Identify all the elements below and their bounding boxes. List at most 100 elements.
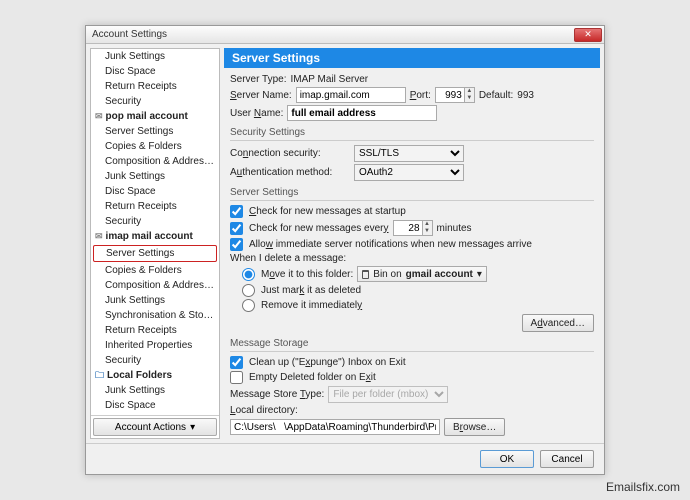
tree-item[interactable]: Copies & Folders [91, 263, 219, 278]
port-input[interactable] [436, 88, 464, 102]
tree-item[interactable]: Disc Space [91, 184, 219, 199]
user-name-label: User Name: [230, 108, 283, 119]
server-type-label: Server Type: [230, 74, 287, 85]
close-button[interactable]: ✕ [574, 28, 602, 42]
divider [230, 200, 594, 201]
advanced-button[interactable]: Advanced… [522, 314, 594, 332]
auth-method-label: Authentication method: [230, 167, 350, 178]
tree-item[interactable]: Security [91, 353, 219, 368]
chevron-down-icon: ▾ [477, 269, 482, 280]
mail-icon: ✉ [95, 109, 103, 124]
default-port-value: 993 [517, 90, 534, 101]
tree-item[interactable]: Security [91, 94, 219, 109]
account-settings-window: Account Settings ✕ Junk Settings Disc Sp… [85, 25, 605, 475]
tree-item[interactable]: Return Receipts [91, 79, 219, 94]
account-tree-sidebar: Junk Settings Disc Space Return Receipts… [90, 48, 220, 439]
radio-mark[interactable] [242, 284, 255, 297]
tree-item[interactable]: Server Settings [91, 124, 219, 139]
check-every-checkbox[interactable] [230, 222, 243, 235]
divider [230, 140, 594, 141]
radio-remove[interactable] [242, 299, 255, 312]
form: Server Type: IMAP Mail Server Server Nam… [224, 68, 600, 439]
user-name-input[interactable] [287, 105, 437, 121]
security-group-title: Security Settings [230, 127, 594, 138]
cleanup-label: Clean up ("Expunge") Inbox on Exit [249, 357, 406, 368]
titlebar: Account Settings ✕ [86, 26, 604, 44]
chevron-up-icon[interactable]: ▲ [423, 221, 432, 228]
default-port-label: Default: [479, 90, 513, 101]
port-stepper[interactable]: ▲▼ [435, 87, 475, 103]
tree-item[interactable]: Copies & Folders [91, 139, 219, 154]
watermark: Emailsfix.com [606, 480, 680, 494]
browse-label: Browse… [453, 422, 496, 433]
cancel-button[interactable]: Cancel [540, 450, 594, 468]
ok-button[interactable]: OK [480, 450, 534, 468]
server-name-input[interactable] [296, 87, 406, 103]
tree-item[interactable]: Disc Space [91, 64, 219, 79]
auth-method-select[interactable]: OAuth2 [354, 164, 464, 181]
check-every-input[interactable] [394, 221, 422, 235]
store-type-label: Message Store Type: [230, 389, 324, 400]
bin-account: gmail account [406, 269, 473, 280]
check-startup-checkbox[interactable] [230, 205, 243, 218]
account-actions-button[interactable]: Account Actions ▾ [93, 418, 217, 436]
radio-remove-label: Remove it immediately [261, 300, 362, 311]
tree-item[interactable]: Security [91, 214, 219, 229]
check-every-label-b: minutes [437, 223, 472, 234]
advanced-label: Advanced… [531, 318, 585, 329]
account-tree[interactable]: Junk Settings Disc Space Return Receipts… [91, 49, 219, 415]
bin-folder-button[interactable]: Bin on gmail account ▾ [357, 266, 487, 282]
account-imap[interactable]: ✉imap mail account [91, 229, 219, 244]
tree-item[interactable]: Junk Settings [91, 383, 219, 398]
allow-notify-label: Allow immediate server notifications whe… [249, 239, 532, 250]
tree-item[interactable]: Composition & Address… [91, 154, 219, 169]
store-type-select: File per folder (mbox) [328, 386, 448, 403]
sidebar-footer: Account Actions ▾ [91, 415, 219, 438]
folder-icon: 🗀 [95, 368, 104, 383]
radio-move[interactable] [242, 268, 255, 281]
check-startup-label: Check for new messages at startup [249, 206, 406, 217]
empty-checkbox[interactable] [230, 371, 243, 384]
tree-item[interactable]: Inherited Properties [91, 338, 219, 353]
server-group-title: Server Settings [230, 187, 594, 198]
radio-mark-label: Just mark it as deleted [261, 285, 361, 296]
tree-item[interactable]: Return Receipts [91, 323, 219, 338]
tree-item-server-settings[interactable]: Server Settings [93, 245, 217, 262]
conn-sec-label: Connection security: [230, 148, 350, 159]
check-every-stepper[interactable]: ▲▼ [393, 220, 433, 236]
allow-notify-checkbox[interactable] [230, 238, 243, 251]
close-icon: ✕ [584, 30, 592, 39]
window-title: Account Settings [92, 29, 167, 40]
chevron-down-icon[interactable]: ▼ [465, 95, 474, 102]
server-name-label: Server Name: [230, 90, 292, 101]
tree-item[interactable]: Composition & Address… [91, 278, 219, 293]
account-pop[interactable]: ✉pop mail account [91, 109, 219, 124]
bin-label: Bin on [373, 269, 401, 280]
port-label: Port: [410, 90, 431, 101]
browse-button[interactable]: Browse… [444, 418, 505, 436]
local-dir-label: Local directory: [230, 405, 298, 416]
account-actions-label: Account Actions [115, 422, 186, 433]
chevron-down-icon: ▾ [190, 422, 195, 433]
storage-group-title: Message Storage [230, 338, 594, 349]
radio-move-label: Move it to this folder: [261, 269, 353, 280]
empty-label: Empty Deleted folder on Exit [249, 372, 376, 383]
tree-item[interactable]: Junk Settings [91, 293, 219, 308]
dialog-footer: OK Cancel [86, 443, 604, 474]
pane-title: Server Settings [224, 48, 600, 68]
conn-sec-select[interactable]: SSL/TLS [354, 145, 464, 162]
local-dir-input[interactable] [230, 419, 440, 435]
cleanup-checkbox[interactable] [230, 356, 243, 369]
tree-item[interactable]: Return Receipts [91, 199, 219, 214]
tree-item[interactable]: Junk Settings [91, 49, 219, 64]
mail-icon: ✉ [95, 229, 103, 244]
server-type-value: IMAP Mail Server [291, 74, 369, 85]
chevron-up-icon[interactable]: ▲ [465, 88, 474, 95]
tree-item[interactable]: Disc Space [91, 398, 219, 413]
account-local-folders[interactable]: 🗀Local Folders [91, 368, 219, 383]
tree-item[interactable]: Junk Settings [91, 169, 219, 184]
settings-pane: Server Settings Server Type: IMAP Mail S… [224, 48, 600, 439]
tree-item[interactable]: Synchronisation & Stora… [91, 308, 219, 323]
chevron-down-icon[interactable]: ▼ [423, 228, 432, 235]
trash-icon [362, 270, 369, 279]
